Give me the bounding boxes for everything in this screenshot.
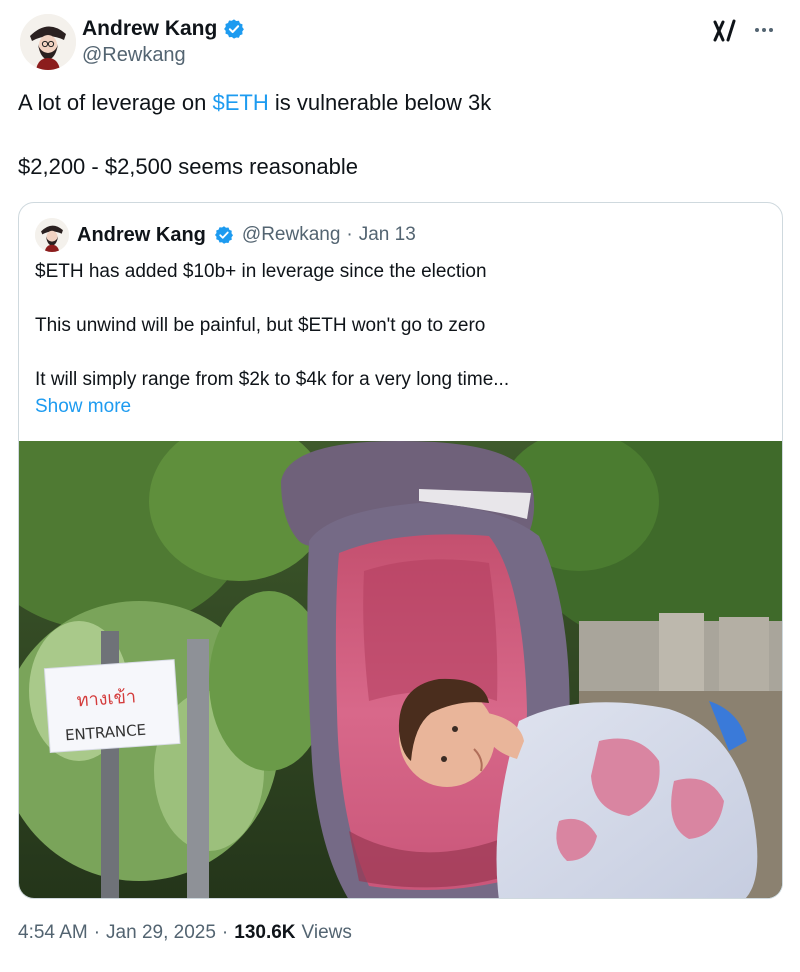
more-dots-icon[interactable] bbox=[748, 16, 780, 44]
tweet-date[interactable]: Jan 29, 2025 bbox=[106, 922, 216, 944]
views-count: 130.6K bbox=[234, 922, 296, 943]
sign-thai-text: ทางเข้า bbox=[76, 686, 137, 711]
footer-separator-2: · bbox=[221, 922, 229, 943]
author-display-name[interactable]: Andrew Kang bbox=[82, 17, 217, 41]
show-more-link[interactable]: Show more bbox=[35, 396, 131, 417]
quoted-line-3: It will simply range from $2k to $4k for… bbox=[35, 369, 510, 390]
tweet-time[interactable]: 4:54 AM bbox=[18, 922, 88, 944]
quoted-author-name: Andrew Kang bbox=[77, 223, 206, 246]
quoted-tweet-photo[interactable]: ทางเข้า ENTRANCE bbox=[19, 441, 782, 898]
quoted-tweet-card[interactable]: Andrew Kang @Rewkang · Jan 13 $ETH has a… bbox=[18, 202, 783, 899]
tweet-text: A lot of leverage on $ETH is vulnerable … bbox=[18, 88, 778, 182]
tweet-footer: 4:54 AM · Jan 29, 2025 · 130.6K Views bbox=[18, 922, 352, 944]
quoted-handle: @Rewkang bbox=[241, 224, 341, 245]
author-handle[interactable]: @Rewkang bbox=[82, 44, 245, 67]
verified-badge-icon bbox=[214, 225, 234, 245]
quoted-meta: @Rewkang · Jan 13 bbox=[242, 224, 416, 246]
author-block: Andrew Kang @Rewkang bbox=[82, 16, 245, 67]
quoted-tweet-text: $ETH has added $10b+ in leverage since t… bbox=[35, 258, 765, 420]
views-label: Views bbox=[301, 922, 352, 943]
verified-badge-icon bbox=[223, 18, 245, 40]
quoted-author-avatar bbox=[35, 218, 69, 252]
quoted-line-1: $ETH has added $10b+ in leverage since t… bbox=[35, 261, 487, 282]
tweet-line-1: A lot of leverage on $ETH is vulnerable … bbox=[18, 88, 778, 118]
author-name-row: Andrew Kang bbox=[82, 16, 245, 42]
footer-separator-1: · bbox=[93, 922, 101, 943]
tweet-line-1-prefix: A lot of leverage on bbox=[18, 90, 213, 115]
quoted-separator: · bbox=[346, 224, 353, 245]
quoted-date: Jan 13 bbox=[358, 224, 416, 245]
author-avatar[interactable] bbox=[20, 14, 76, 70]
tweet-line-1-suffix: is vulnerable below 3k bbox=[268, 90, 492, 115]
tweet-header: Andrew Kang @Rewkang bbox=[16, 12, 784, 72]
tweet-line-2: $2,200 - $2,500 seems reasonable bbox=[18, 154, 359, 179]
cashtag-eth-link[interactable]: $ETH bbox=[212, 90, 268, 115]
x-grok-logo-icon[interactable] bbox=[712, 18, 738, 44]
quoted-line-2: This unwind will be painful, but $ETH wo… bbox=[35, 315, 486, 336]
quoted-tweet-header: Andrew Kang @Rewkang · Jan 13 bbox=[35, 217, 416, 253]
